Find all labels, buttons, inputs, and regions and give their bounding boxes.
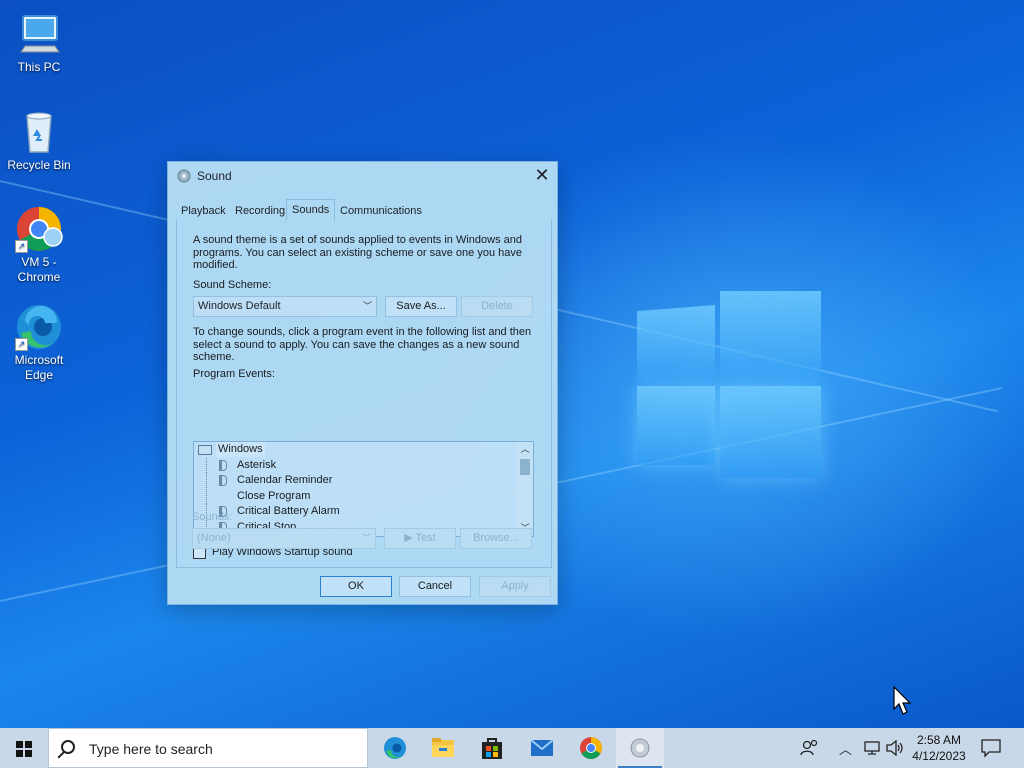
this-pc-icon (15, 10, 63, 58)
network-icon[interactable] (863, 740, 881, 756)
events-scrollbar[interactable]: ︿ ﹀ (517, 442, 533, 536)
intro-text: A sound theme is a set of sounds applied… (193, 234, 522, 271)
sound-scheme-label: Sound Scheme: (193, 279, 272, 291)
sound-dialog: Sound ✕ Playback Recording Sounds Commun… (167, 161, 558, 605)
sound-settings-icon (630, 738, 650, 758)
mail-icon (530, 739, 554, 756)
taskbar-sound-settings[interactable] (616, 728, 664, 768)
recycle-bin-icon (15, 108, 63, 156)
show-hidden-icons-chevron[interactable]: ︿ (839, 739, 852, 758)
test-button[interactable]: ▶ Test (384, 528, 456, 549)
tab-recording[interactable]: Recording (230, 202, 290, 220)
clock-date: 4/12/2023 (912, 749, 966, 763)
wallpaper-logo-pane (637, 386, 715, 465)
scrollbar-thumb[interactable] (520, 459, 530, 475)
desktop-icon-label: This PC (17, 60, 61, 74)
speaker-icon (219, 460, 227, 471)
change-sounds-text: To change sounds, click a program event … (193, 326, 532, 363)
sounds-label: Sounds: (192, 511, 233, 523)
sound-file-select[interactable]: (None) ﹀ (192, 528, 376, 549)
desktop-icon-label: Recycle Bin (7, 158, 71, 172)
taskbar: Type here to search ︿ 2:58 AM 4/12/2023 (0, 728, 1024, 768)
event-label: Windows (216, 442, 265, 457)
edge-icon (384, 737, 406, 759)
search-icon (61, 740, 75, 754)
close-button[interactable]: ✕ (527, 162, 557, 191)
computer-icon (198, 445, 212, 455)
desktop-icon-this-pc[interactable]: This PC (1, 10, 77, 75)
chevron-up-icon[interactable]: ︿ (517, 442, 533, 457)
save-as-button[interactable]: Save As... (385, 296, 457, 317)
file-explorer-icon (432, 738, 454, 757)
delete-button[interactable]: Delete (461, 296, 533, 317)
taskbar-file-explorer[interactable] (419, 728, 467, 768)
wallpaper-logo-pane (720, 386, 821, 478)
list-item[interactable]: Calendar Reminder (194, 473, 516, 488)
list-item[interactable]: Asterisk (194, 458, 516, 473)
taskbar-search-box[interactable]: Type here to search (48, 728, 368, 768)
sound-scheme-select[interactable]: Windows Default ﹀ (193, 296, 377, 317)
clock-time: 2:58 AM (916, 733, 962, 747)
sound-file-value: (None) (197, 532, 231, 544)
tab-strip: Playback Recording Sounds Communications (176, 199, 552, 221)
taskbar-mail[interactable] (518, 728, 566, 768)
program-events-label: Program Events: (193, 368, 275, 380)
taskbar-chrome[interactable] (567, 728, 615, 768)
chrome-icon: ↗ (15, 205, 63, 253)
speaker-app-icon (177, 169, 191, 183)
sound-scheme-value: Windows Default (198, 300, 281, 312)
list-item[interactable]: Windows (194, 442, 516, 457)
mouse-cursor-icon (893, 686, 912, 715)
windows-logo-icon (16, 741, 32, 757)
desktop-icon-label: Microsoft Edge (14, 353, 64, 382)
event-label: Critical Battery Alarm (237, 505, 340, 517)
shortcut-arrow-icon: ↗ (15, 338, 28, 351)
tree-line (206, 458, 216, 473)
search-placeholder: Type here to search (89, 741, 213, 757)
browse-button[interactable]: Browse... (460, 528, 532, 549)
cancel-button[interactable]: Cancel (399, 576, 471, 597)
desktop-icon-edge[interactable]: ↗ Microsoft Edge (1, 303, 77, 383)
event-label: Calendar Reminder (237, 474, 333, 486)
tree-line (206, 489, 216, 504)
start-button[interactable] (0, 728, 48, 768)
tree-line (206, 473, 216, 488)
chevron-down-icon: ﹀ (361, 533, 371, 543)
desktop-icon-recycle-bin[interactable]: Recycle Bin (1, 108, 77, 173)
store-icon (482, 738, 502, 759)
event-label: Close Program (237, 490, 311, 502)
wallpaper-logo-pane (637, 305, 715, 382)
taskbar-store[interactable] (468, 728, 516, 768)
desktop-icon-vm5-chrome[interactable]: ↗ VM 5 - Chrome (1, 205, 77, 285)
dialog-title: Sound (197, 169, 232, 183)
action-center-icon[interactable] (980, 738, 1002, 758)
program-events-list[interactable]: Windows Asterisk Calendar Reminder Close… (193, 441, 534, 537)
taskbar-edge[interactable] (371, 728, 419, 768)
apply-button[interactable]: Apply (479, 576, 551, 597)
edge-icon: ↗ (15, 303, 63, 351)
chevron-down-icon: ﹀ (362, 301, 372, 311)
chrome-icon (580, 737, 602, 759)
event-label: Asterisk (237, 459, 277, 471)
dialog-titlebar[interactable]: Sound ✕ (168, 162, 557, 191)
people-icon[interactable] (798, 738, 822, 758)
list-item[interactable]: Close Program (194, 489, 516, 504)
shortcut-arrow-icon: ↗ (15, 240, 28, 253)
desktop-icon-label: VM 5 - Chrome (17, 255, 61, 284)
sounds-tab-panel: A sound theme is a set of sounds applied… (176, 219, 552, 568)
list-item[interactable]: Critical Battery Alarm (194, 504, 516, 519)
volume-icon[interactable] (885, 739, 905, 757)
speaker-icon (219, 475, 227, 486)
wallpaper-logo-pane (720, 291, 821, 382)
tab-sounds[interactable]: Sounds (286, 199, 336, 221)
taskbar-clock[interactable]: 2:58 AM 4/12/2023 (908, 732, 970, 764)
tab-communications[interactable]: Communications (335, 202, 427, 220)
tab-playback[interactable]: Playback (176, 202, 231, 220)
ok-button[interactable]: OK (320, 576, 392, 597)
